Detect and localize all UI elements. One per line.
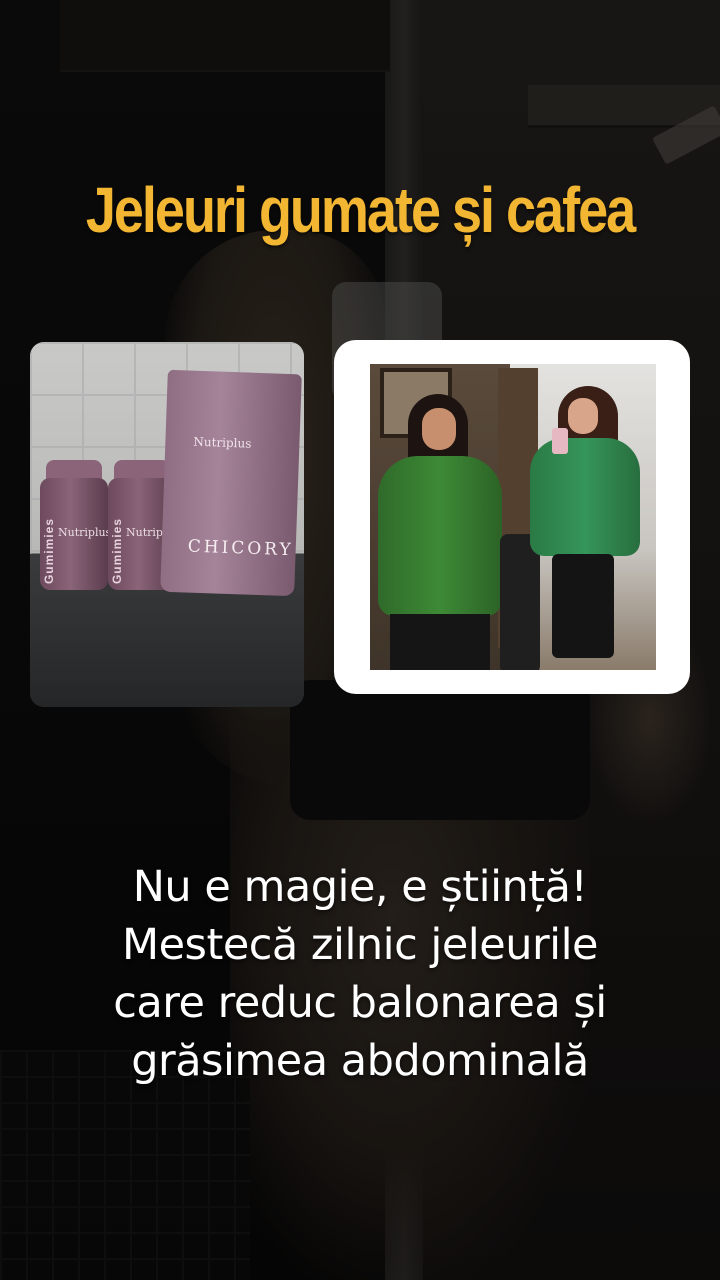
- body-line-4: grăsimea abdominală: [131, 1036, 589, 1086]
- gummies-jar-left: Gumimies Nutriplus: [40, 460, 112, 590]
- body-line-1: Nu e magie, e știință!: [132, 862, 588, 912]
- chicory-pouch: Nutriplus CHICORY: [160, 369, 302, 597]
- body-line-2: Mestecă zilnic jeleurile: [122, 920, 599, 970]
- before-person-face: [422, 408, 456, 450]
- after-person-green-top: [530, 438, 640, 556]
- after-person-face: [568, 398, 598, 434]
- jar-side-label: Gumimies: [110, 518, 124, 585]
- before-after-photo: [370, 364, 656, 670]
- bag: [500, 534, 540, 670]
- pouch-product-name: CHICORY: [187, 536, 295, 561]
- after-person-phone: [552, 428, 568, 454]
- after-person-legs: [552, 554, 614, 658]
- pouch-brand-label: Nutriplus: [193, 434, 252, 451]
- jar-body: Gumimies Nutriplus: [40, 478, 112, 590]
- body-line-3: care reduc balonarea și: [113, 978, 607, 1028]
- before-person-legs: [390, 614, 490, 670]
- jar-brand-label: Nutriplus: [58, 526, 112, 539]
- before-person-green-top: [378, 456, 502, 616]
- jar-side-label: Gumimies: [42, 518, 56, 585]
- headline: Jeleuri gumate și cafea: [85, 175, 636, 247]
- body-copy: Nu e magie, e știință! Mestecă zilnic je…: [0, 858, 720, 1090]
